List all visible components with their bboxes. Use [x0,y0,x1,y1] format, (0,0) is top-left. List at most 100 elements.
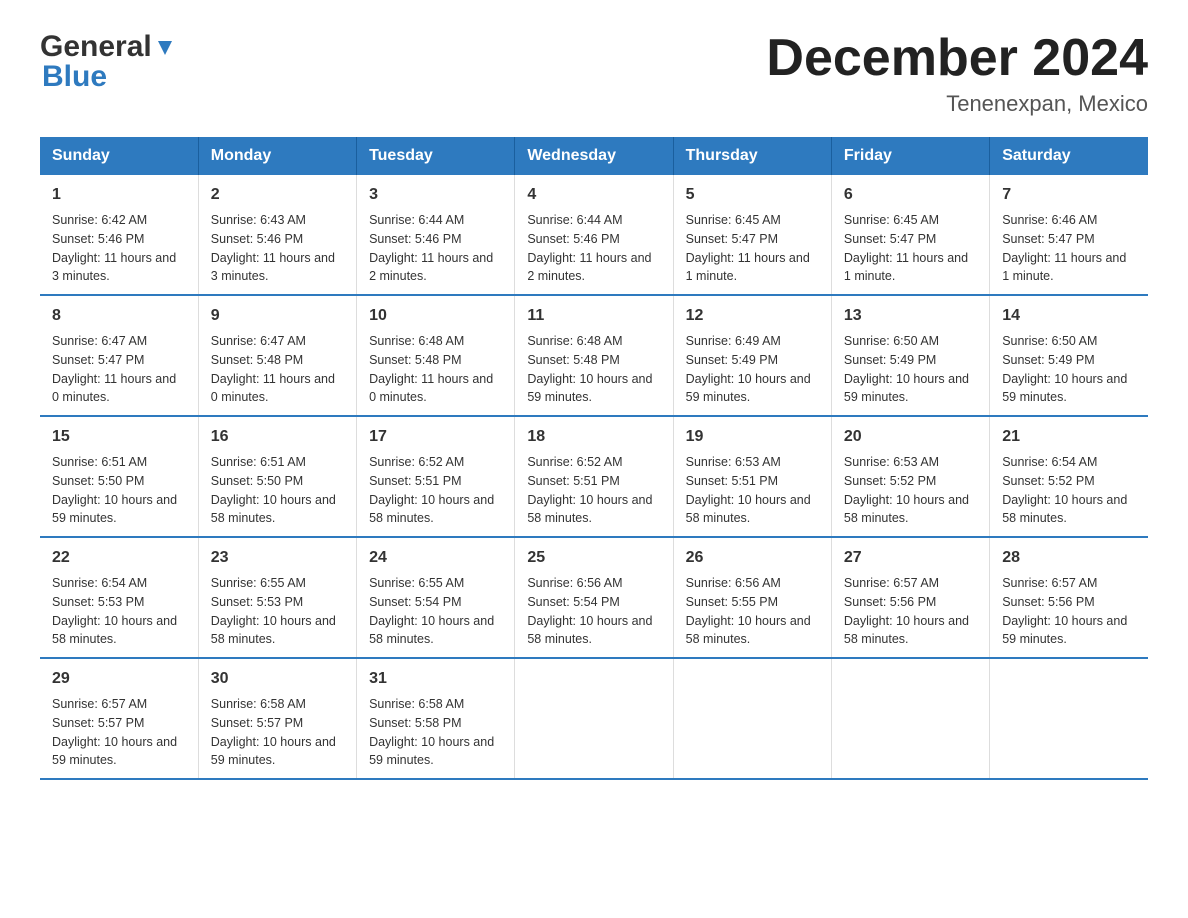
day-number: 24 [369,546,502,570]
day-info: Sunrise: 6:52 AMSunset: 5:51 PMDaylight:… [369,453,502,528]
day-info: Sunrise: 6:58 AMSunset: 5:58 PMDaylight:… [369,695,502,770]
col-header-wednesday: Wednesday [515,137,673,175]
day-info: Sunrise: 6:56 AMSunset: 5:54 PMDaylight:… [527,574,660,649]
title-block: December 2024 Tenenexpan, Mexico [766,30,1148,117]
day-info: Sunrise: 6:43 AMSunset: 5:46 PMDaylight:… [211,211,344,286]
day-info: Sunrise: 6:47 AMSunset: 5:47 PMDaylight:… [52,332,186,407]
calendar-week-1: 1 Sunrise: 6:42 AMSunset: 5:46 PMDaylight… [40,175,1148,295]
day-number: 5 [686,183,819,207]
day-info: Sunrise: 6:44 AMSunset: 5:46 PMDaylight:… [369,211,502,286]
day-info: Sunrise: 6:53 AMSunset: 5:52 PMDaylight:… [844,453,977,528]
page-header: General Blue December 2024 Tenenexpan, M… [40,30,1148,117]
col-header-thursday: Thursday [673,137,831,175]
day-number: 12 [686,304,819,328]
calendar-title: December 2024 [766,30,1148,87]
calendar-cell-1-3: 3 Sunrise: 6:44 AMSunset: 5:46 PMDaylight… [357,175,515,295]
day-info: Sunrise: 6:51 AMSunset: 5:50 PMDaylight:… [211,453,344,528]
calendar-cell-3-3: 17 Sunrise: 6:52 AMSunset: 5:51 PMDayligh… [357,416,515,537]
calendar-subtitle: Tenenexpan, Mexico [766,91,1148,117]
calendar-cell-3-6: 20 Sunrise: 6:53 AMSunset: 5:52 PMDayligh… [831,416,989,537]
day-info: Sunrise: 6:53 AMSunset: 5:51 PMDaylight:… [686,453,819,528]
calendar-cell-1-2: 2 Sunrise: 6:43 AMSunset: 5:46 PMDaylight… [198,175,356,295]
col-header-friday: Friday [831,137,989,175]
calendar-cell-2-3: 10Sunrise: 6:48 AMSunset: 5:48 PMDayligh… [357,295,515,416]
day-number: 20 [844,425,977,449]
day-info: Sunrise: 6:45 AMSunset: 5:47 PMDaylight:… [844,211,977,286]
day-number: 21 [1002,425,1136,449]
calendar-cell-4-4: 25 Sunrise: 6:56 AMSunset: 5:54 PMDayligh… [515,537,673,658]
day-info: Sunrise: 6:49 AMSunset: 5:49 PMDaylight:… [686,332,819,407]
calendar-week-3: 15 Sunrise: 6:51 AMSunset: 5:50 PMDayligh… [40,416,1148,537]
day-number: 7 [1002,183,1136,207]
day-info: Sunrise: 6:47 AMSunset: 5:48 PMDaylight:… [211,332,344,407]
day-number: 4 [527,183,660,207]
day-info: Sunrise: 6:44 AMSunset: 5:46 PMDaylight:… [527,211,660,286]
day-number: 15 [52,425,186,449]
calendar-cell-1-6: 6 Sunrise: 6:45 AMSunset: 5:47 PMDaylight… [831,175,989,295]
calendar-cell-4-2: 23 Sunrise: 6:55 AMSunset: 5:53 PMDayligh… [198,537,356,658]
day-number: 31 [369,667,502,691]
day-number: 10 [369,304,502,328]
day-info: Sunrise: 6:57 AMSunset: 5:56 PMDaylight:… [844,574,977,649]
calendar-cell-4-5: 26 Sunrise: 6:56 AMSunset: 5:55 PMDayligh… [673,537,831,658]
logo-blue-text: Blue [42,60,107,94]
calendar-cell-1-1: 1 Sunrise: 6:42 AMSunset: 5:46 PMDaylight… [40,175,198,295]
day-info: Sunrise: 6:42 AMSunset: 5:46 PMDaylight:… [52,211,186,286]
col-header-saturday: Saturday [990,137,1148,175]
day-info: Sunrise: 6:57 AMSunset: 5:56 PMDaylight:… [1002,574,1136,649]
calendar-cell-5-7 [990,658,1148,779]
calendar-cell-3-1: 15 Sunrise: 6:51 AMSunset: 5:50 PMDayligh… [40,416,198,537]
calendar-cell-5-2: 30 Sunrise: 6:58 AMSunset: 5:57 PMDayligh… [198,658,356,779]
day-number: 11 [527,304,660,328]
day-info: Sunrise: 6:45 AMSunset: 5:47 PMDaylight:… [686,211,819,286]
day-info: Sunrise: 6:48 AMSunset: 5:48 PMDaylight:… [527,332,660,407]
calendar-cell-2-2: 9 Sunrise: 6:47 AMSunset: 5:48 PMDaylight… [198,295,356,416]
day-info: Sunrise: 6:54 AMSunset: 5:52 PMDaylight:… [1002,453,1136,528]
day-number: 16 [211,425,344,449]
day-info: Sunrise: 6:50 AMSunset: 5:49 PMDaylight:… [1002,332,1136,407]
calendar-cell-5-6 [831,658,989,779]
day-number: 26 [686,546,819,570]
calendar-cell-4-6: 27Sunrise: 6:57 AMSunset: 5:56 PMDayligh… [831,537,989,658]
col-header-monday: Monday [198,137,356,175]
logo-general-text: General [40,30,152,64]
day-info: Sunrise: 6:56 AMSunset: 5:55 PMDaylight:… [686,574,819,649]
day-info: Sunrise: 6:54 AMSunset: 5:53 PMDaylight:… [52,574,186,649]
calendar-cell-1-5: 5 Sunrise: 6:45 AMSunset: 5:47 PMDaylight… [673,175,831,295]
day-info: Sunrise: 6:46 AMSunset: 5:47 PMDaylight:… [1002,211,1136,286]
day-number: 25 [527,546,660,570]
day-info: Sunrise: 6:55 AMSunset: 5:53 PMDaylight:… [211,574,344,649]
day-number: 14 [1002,304,1136,328]
day-number: 9 [211,304,344,328]
day-info: Sunrise: 6:52 AMSunset: 5:51 PMDaylight:… [527,453,660,528]
calendar-cell-5-1: 29 Sunrise: 6:57 AMSunset: 5:57 PMDayligh… [40,658,198,779]
calendar-cell-5-5 [673,658,831,779]
day-info: Sunrise: 6:55 AMSunset: 5:54 PMDaylight:… [369,574,502,649]
day-number: 23 [211,546,344,570]
day-number: 29 [52,667,186,691]
calendar-cell-4-1: 22 Sunrise: 6:54 AMSunset: 5:53 PMDayligh… [40,537,198,658]
day-number: 13 [844,304,977,328]
day-number: 1 [52,183,186,207]
calendar-cell-4-3: 24 Sunrise: 6:55 AMSunset: 5:54 PMDayligh… [357,537,515,658]
calendar-cell-2-6: 13Sunrise: 6:50 AMSunset: 5:49 PMDayligh… [831,295,989,416]
day-info: Sunrise: 6:51 AMSunset: 5:50 PMDaylight:… [52,453,186,528]
day-number: 3 [369,183,502,207]
calendar-week-5: 29 Sunrise: 6:57 AMSunset: 5:57 PMDayligh… [40,658,1148,779]
logo: General Blue [40,30,176,94]
day-number: 2 [211,183,344,207]
calendar-header-row: SundayMondayTuesdayWednesdayThursdayFrid… [40,137,1148,175]
calendar-cell-1-7: 7 Sunrise: 6:46 AMSunset: 5:47 PMDaylight… [990,175,1148,295]
calendar-cell-3-5: 19 Sunrise: 6:53 AMSunset: 5:51 PMDayligh… [673,416,831,537]
day-number: 22 [52,546,186,570]
calendar-week-2: 8 Sunrise: 6:47 AMSunset: 5:47 PMDaylight… [40,295,1148,416]
day-number: 30 [211,667,344,691]
day-number: 6 [844,183,977,207]
col-header-sunday: Sunday [40,137,198,175]
day-info: Sunrise: 6:58 AMSunset: 5:57 PMDaylight:… [211,695,344,770]
day-number: 17 [369,425,502,449]
calendar-cell-2-1: 8 Sunrise: 6:47 AMSunset: 5:47 PMDaylight… [40,295,198,416]
day-number: 8 [52,304,186,328]
day-info: Sunrise: 6:57 AMSunset: 5:57 PMDaylight:… [52,695,186,770]
day-number: 19 [686,425,819,449]
